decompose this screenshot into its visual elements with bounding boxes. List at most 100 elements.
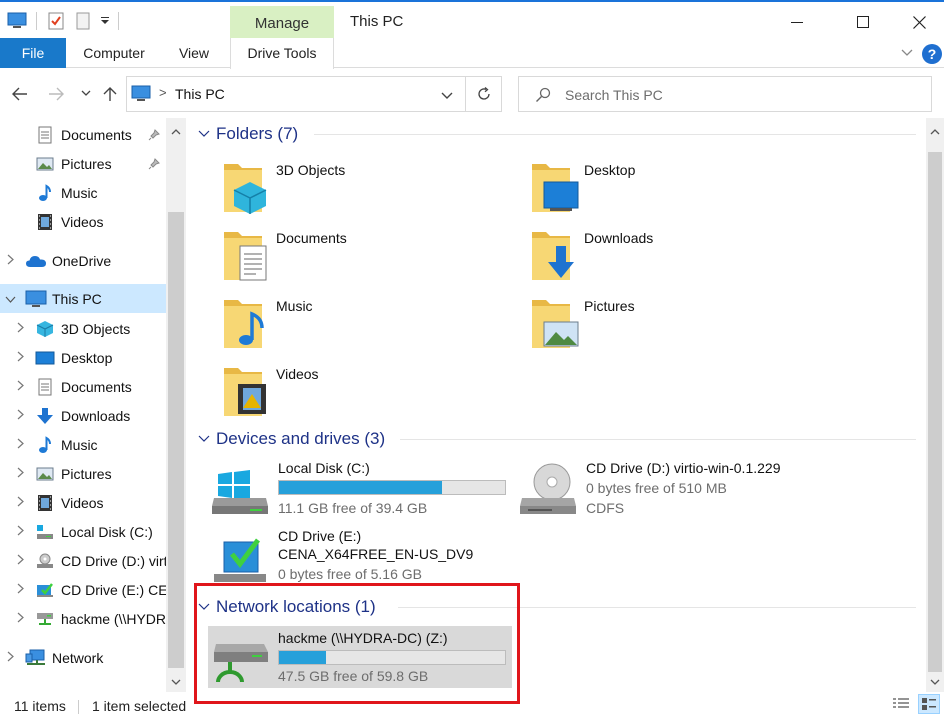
scroll-up-icon[interactable]	[926, 122, 944, 142]
chevron-right-icon[interactable]	[14, 525, 26, 539]
nav-item-documents[interactable]: Documents	[0, 372, 166, 401]
nav-item-music[interactable]: Music	[0, 430, 166, 459]
customize-toolbar-icon[interactable]	[98, 10, 112, 32]
nav-item-documents[interactable]: Documents	[0, 120, 166, 149]
nav-item-label: OneDrive	[52, 252, 112, 269]
nav-item-cd-drive-e[interactable]: CD Drive (E:) CEN	[0, 575, 166, 604]
address-bar[interactable]: > This PC	[126, 76, 466, 112]
folder-tile-desktop[interactable]: Desktop	[530, 158, 820, 220]
nav-item-label: Downloads	[61, 407, 131, 424]
scrollbar-thumb[interactable]	[168, 212, 184, 668]
music-icon	[36, 183, 54, 202]
help-icon[interactable]: ?	[922, 44, 942, 64]
back-button[interactable]	[8, 82, 32, 106]
folder-name: Music	[276, 298, 313, 314]
chevron-right-icon[interactable]	[14, 409, 26, 423]
cd-drive-icon	[520, 460, 578, 520]
computer-icon[interactable]	[6, 10, 28, 32]
scroll-down-icon[interactable]	[166, 672, 186, 692]
chevron-right-icon[interactable]	[14, 583, 26, 597]
tab-computer[interactable]: Computer	[72, 38, 156, 68]
nav-item-network[interactable]: Network	[0, 643, 166, 672]
properties-icon[interactable]	[46, 10, 66, 32]
chevron-right-icon[interactable]	[14, 380, 26, 394]
breadcrumb-separator[interactable]: >	[159, 85, 167, 100]
breadcrumb-this-pc[interactable]: This PC	[175, 86, 225, 102]
scroll-up-icon[interactable]	[166, 122, 186, 142]
forward-button[interactable]	[44, 82, 68, 106]
chevron-right-icon[interactable]	[14, 554, 26, 568]
drive-name: CD Drive (E:)	[278, 528, 362, 544]
folder-tile-3d-objects[interactable]: 3D Objects	[222, 158, 512, 220]
folder-tile-videos[interactable]: Videos	[222, 362, 512, 424]
nav-item-videos[interactable]: Videos	[0, 488, 166, 517]
chevron-down-icon[interactable]	[4, 292, 16, 306]
folder-tile-downloads[interactable]: Downloads	[530, 226, 820, 288]
nav-item-downloads[interactable]: Downloads	[0, 401, 166, 430]
folder-tile-music[interactable]: Music	[222, 294, 512, 356]
chevron-right-icon[interactable]	[14, 351, 26, 365]
pictures-folder-icon	[530, 294, 580, 350]
nav-item-this-pc[interactable]: This PC	[0, 284, 166, 313]
chevron-right-icon[interactable]	[4, 651, 16, 665]
maximize-button[interactable]	[840, 8, 886, 36]
desktop-icon	[35, 349, 55, 367]
drive-local-disk-c[interactable]: Local Disk (C:) 11.1 GB free of 39.4 GB	[208, 460, 512, 526]
tiles-view-icon[interactable]	[918, 694, 940, 714]
downloads-folder-icon	[530, 226, 580, 282]
expand-ribbon-icon[interactable]	[898, 44, 916, 62]
refresh-button[interactable]	[466, 76, 502, 112]
chevron-down-icon[interactable]	[198, 125, 210, 141]
minimize-button[interactable]	[774, 8, 820, 36]
downloads-icon	[36, 407, 54, 425]
navigation-pane-scrollbar[interactable]	[166, 118, 186, 692]
window-title: This PC	[350, 13, 404, 30]
tab-drive-tools[interactable]: Drive Tools	[230, 38, 334, 69]
nav-item-cd-drive-d[interactable]: CD Drive (D:) virt	[0, 546, 166, 575]
group-title: Folders (7)	[216, 124, 299, 143]
recent-locations-icon[interactable]	[74, 82, 98, 106]
chevron-right-icon[interactable]	[14, 496, 26, 510]
folder-tile-pictures[interactable]: Pictures	[530, 294, 820, 356]
computer-icon	[25, 290, 47, 308]
nav-item-label: This PC	[52, 290, 102, 307]
chevron-down-icon[interactable]	[198, 430, 210, 446]
drive-cd-drive-d[interactable]: CD Drive (D:) virtio-win-0.1.229 0 bytes…	[516, 460, 816, 526]
chevron-down-icon[interactable]	[441, 87, 453, 103]
music-folder-icon	[222, 294, 272, 350]
nav-item-local-disk[interactable]: Local Disk (C:)	[0, 517, 166, 546]
nav-item-hackme-network-drive[interactable]: hackme (\\HYDR	[0, 604, 166, 633]
chevron-right-icon[interactable]	[14, 438, 26, 452]
new-folder-icon[interactable]	[74, 10, 92, 32]
pin-icon[interactable]	[148, 157, 160, 171]
search-box[interactable]	[518, 76, 932, 112]
manage-contextual-tab[interactable]: Manage	[230, 6, 334, 40]
network-drive-icon	[36, 610, 54, 628]
chevron-right-icon[interactable]	[14, 467, 26, 481]
tab-view[interactable]: View	[166, 38, 222, 68]
content-scrollbar[interactable]	[926, 118, 944, 692]
close-button[interactable]	[896, 8, 942, 36]
tab-file[interactable]: File	[0, 38, 66, 68]
chevron-right-icon[interactable]	[4, 254, 16, 268]
pin-icon[interactable]	[148, 128, 160, 142]
details-view-icon[interactable]	[892, 696, 910, 714]
folder-tile-documents[interactable]: Documents	[222, 226, 512, 288]
scrollbar-thumb[interactable]	[928, 152, 942, 672]
nav-item-3d-objects[interactable]: 3D Objects	[0, 314, 166, 343]
nav-item-pictures[interactable]: Pictures	[0, 149, 166, 178]
scroll-down-icon[interactable]	[926, 672, 944, 692]
search-input[interactable]	[565, 83, 915, 107]
nav-item-desktop[interactable]: Desktop	[0, 343, 166, 372]
up-button[interactable]	[98, 82, 122, 106]
nav-item-music[interactable]: Music	[0, 178, 166, 207]
selection-count: 1 item selected	[92, 698, 187, 714]
navigation-bar: > This PC	[0, 72, 944, 116]
nav-item-onedrive[interactable]: OneDrive	[0, 246, 166, 275]
3d-objects-folder-icon	[222, 158, 272, 214]
nav-item-pictures[interactable]: Pictures	[0, 459, 166, 488]
folder-name: 3D Objects	[276, 162, 346, 178]
chevron-right-icon[interactable]	[14, 612, 26, 626]
nav-item-videos[interactable]: Videos	[0, 207, 166, 236]
chevron-right-icon[interactable]	[14, 322, 26, 336]
